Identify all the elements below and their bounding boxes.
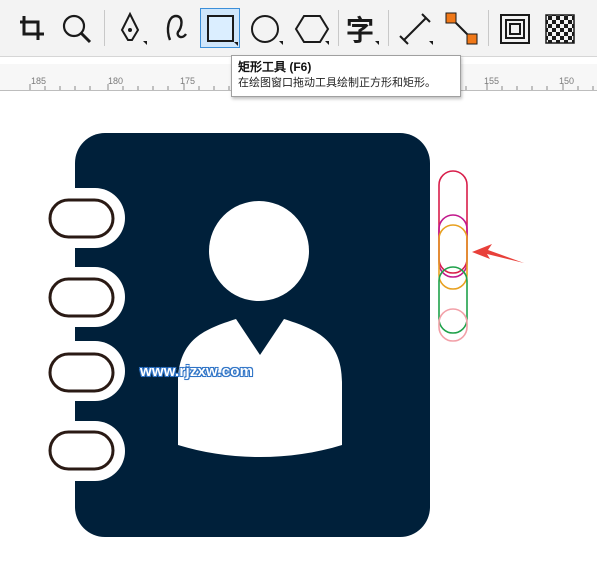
- text-char-icon: 字: [346, 14, 379, 47]
- notebook-body[interactable]: [75, 133, 430, 537]
- text-tool-button[interactable]: 字: [342, 8, 382, 48]
- crop-icon: [20, 16, 44, 40]
- toolbox: 字: [0, 0, 597, 57]
- toolbar-separator: [104, 10, 105, 46]
- binder-ring[interactable]: [48, 198, 115, 239]
- pen-nib-icon: [120, 11, 147, 45]
- binder-ring[interactable]: [48, 430, 115, 471]
- watermark-text: www.rjzxw.com: [140, 363, 254, 380]
- ruler-label: 150: [559, 76, 575, 86]
- tooltip-description: 在绘图窗口拖动工具绘制正方形和矩形。: [238, 77, 436, 89]
- contour-icon: [500, 14, 530, 44]
- contour-tool-button[interactable]: [496, 8, 536, 48]
- zoom-tool-button[interactable]: [56, 8, 96, 48]
- checkerboard-icon: [545, 14, 575, 44]
- dimension-line-icon: [399, 13, 433, 45]
- dimension-tool-button[interactable]: [396, 8, 436, 48]
- tooltip-title: 矩形工具 (F6): [238, 60, 312, 74]
- rectangle-icon: [207, 15, 238, 46]
- ruler-label: 185: [31, 76, 47, 86]
- transparency-tool-button[interactable]: [540, 8, 580, 48]
- rectangle-tool-tooltip: 矩形工具 (F6) 在绘图窗口拖动工具绘制正方形和矩形。: [231, 55, 461, 97]
- connector-line-icon: [445, 12, 478, 45]
- capsule-outline-pink[interactable]: [438, 308, 468, 342]
- crop-tool-button[interactable]: [12, 8, 52, 48]
- curve-brush-icon: [166, 14, 187, 41]
- ellipse-icon: [251, 15, 283, 45]
- person-head[interactable]: [209, 201, 309, 301]
- artistic-media-tool-button[interactable]: [156, 8, 196, 48]
- polygon-tool-button[interactable]: [292, 8, 332, 48]
- toolbar-separator: [388, 10, 389, 46]
- magnifier-icon: [62, 14, 92, 44]
- text-tool-glyph: 字: [346, 14, 374, 47]
- rectangle-tool-button[interactable]: [200, 8, 240, 48]
- ruler-label: 155: [484, 76, 500, 86]
- toolbar-separator: [488, 10, 489, 46]
- ruler-label: 180: [108, 76, 124, 86]
- hexagon-icon: [294, 15, 330, 45]
- drawing-artwork: [48, 133, 524, 537]
- binder-ring[interactable]: [48, 352, 115, 393]
- ellipse-tool-button[interactable]: [246, 8, 286, 48]
- binder-ring[interactable]: [48, 277, 115, 318]
- ruler-label: 175: [180, 76, 196, 86]
- drawing-canvas[interactable]: www.rjzxw.com: [0, 91, 597, 580]
- capsule-outline-orange[interactable]: [438, 224, 468, 290]
- pointer-arrow: [472, 244, 524, 263]
- connector-tool-button[interactable]: [440, 8, 480, 48]
- toolbar-separator: [338, 10, 339, 46]
- pen-tool-button[interactable]: [110, 8, 150, 48]
- capsule-outline-red[interactable]: [438, 170, 468, 274]
